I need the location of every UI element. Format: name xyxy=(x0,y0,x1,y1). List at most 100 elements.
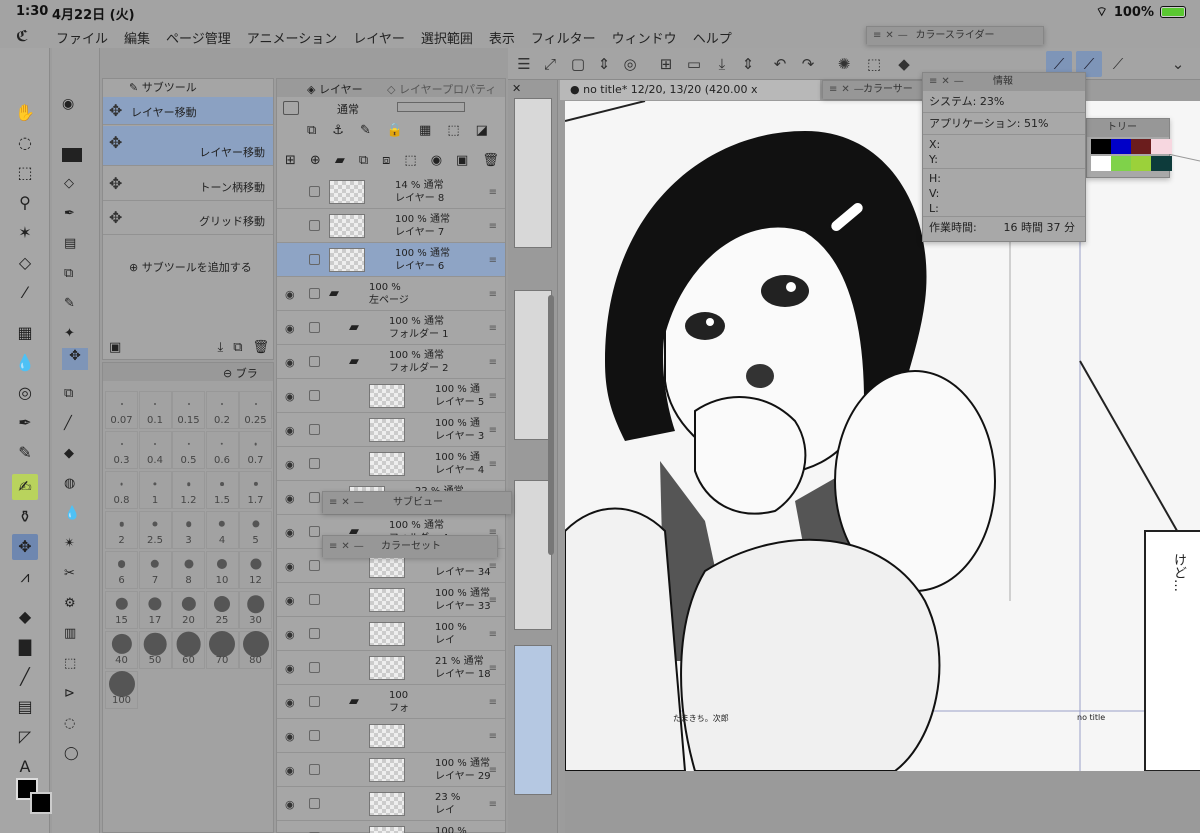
menu-item[interactable]: ファイル xyxy=(56,28,108,47)
layer-row[interactable]: ◉ 100 % 通レイヤー 3 ≡ xyxy=(277,413,505,447)
new-icon[interactable]: ⊞ xyxy=(656,54,676,74)
save-icon[interactable]: ⤓ xyxy=(712,54,732,74)
copy-layer-icon[interactable]: ⧉ xyxy=(359,153,368,168)
layer-checkbox[interactable] xyxy=(309,424,320,435)
menu-item[interactable]: フィルター xyxy=(531,28,596,47)
subtool-item[interactable]: ✥ レイヤー移動 xyxy=(103,97,273,125)
visibility-eye-icon[interactable] xyxy=(285,220,299,232)
drops-group-icon[interactable]: 💧 xyxy=(64,506,80,521)
brush-size-cell[interactable]: 10 xyxy=(205,551,239,589)
menu-item[interactable]: ヘルプ xyxy=(693,28,732,47)
pencil-group-icon[interactable]: ✎ xyxy=(64,296,75,311)
brush-size-cell[interactable]: 1.7 xyxy=(239,471,272,509)
menu-item[interactable]: ページ管理 xyxy=(166,28,231,47)
color-swatch[interactable] xyxy=(1091,156,1112,171)
drag-handle-icon[interactable]: ≡ xyxy=(489,561,497,572)
menu-item[interactable]: 表示 xyxy=(489,28,515,47)
brush-size-cell[interactable]: 5 xyxy=(239,511,272,549)
pencil-tool-icon[interactable]: ✎ xyxy=(12,440,38,466)
balloon-icon[interactable]: ◯ xyxy=(64,746,79,761)
layer-row[interactable]: ◉ 100 % 通レイヤー 5 ≡ xyxy=(277,379,505,413)
layer-checkbox[interactable] xyxy=(309,390,320,401)
open-icon[interactable]: ▭ xyxy=(684,54,704,74)
undo-icon[interactable]: ↶ xyxy=(770,54,790,74)
brush-size-cell[interactable]: 4 xyxy=(205,511,239,549)
subtool-item[interactable]: ✥ レイヤー移動 xyxy=(103,126,273,166)
clipboard-icon[interactable]: ▥ xyxy=(64,626,76,641)
color-circle-palette[interactable]: ≡✕— カラーサー xyxy=(822,80,932,99)
drag-handle-icon[interactable]: ≡ xyxy=(489,731,497,742)
page-thumbnail[interactable] xyxy=(514,290,552,440)
layer-checkbox[interactable] xyxy=(309,798,320,809)
new-folder-icon[interactable]: ▰ xyxy=(335,153,345,168)
drag-handle-icon[interactable]: ≡ xyxy=(489,391,497,402)
sub-color-swatch[interactable] xyxy=(30,792,52,814)
panel-group-icon[interactable]: ▤ xyxy=(64,236,76,251)
color-swatch[interactable] xyxy=(1111,156,1132,171)
save-stepper-icon[interactable]: ⇕ xyxy=(738,54,758,74)
layer-row[interactable]: ◉ 100 % 通常 レイヤー 29 ≡ xyxy=(277,753,505,787)
drag-handle-icon[interactable]: ≡ xyxy=(489,459,497,470)
drag-handle-icon[interactable]: ≡ xyxy=(489,799,497,810)
subview-palette[interactable]: ≡✕— サブビュー xyxy=(322,491,512,514)
app-icon[interactable]: ◎ xyxy=(620,54,640,74)
brush-size-cell[interactable]: 0.15 xyxy=(172,391,205,429)
visibility-eye-icon[interactable]: ◉ xyxy=(285,696,299,709)
brush-size-cell[interactable]: 2.5 xyxy=(138,511,172,549)
brush-size-cell[interactable]: 17 xyxy=(138,591,172,629)
drag-handle-icon[interactable]: ≡ xyxy=(489,357,497,368)
visibility-eye-icon[interactable]: ◉ xyxy=(285,322,299,335)
layer-folder-row[interactable]: ◉ ▰ 100 フォ ≡ xyxy=(277,685,505,719)
page-thumbnail[interactable] xyxy=(514,98,552,248)
layer-folder-row[interactable]: ◉ ▰ 100 % 通常 フォルダー 2 ≡ xyxy=(277,345,505,379)
eraser-group-icon[interactable]: ◇ xyxy=(64,176,74,191)
redo-icon[interactable]: ↷ xyxy=(798,54,818,74)
text-tool-icon[interactable]: A xyxy=(12,754,38,780)
layer-group-icon[interactable]: ⧉ xyxy=(64,386,73,401)
color-set-palette[interactable]: ≡✕— カラーセット xyxy=(322,535,498,558)
layer-checkbox[interactable] xyxy=(309,220,320,231)
layer-row[interactable]: ◉ 100 % 通常 レイヤー 33 ≡ xyxy=(277,583,505,617)
chevron-down-icon[interactable]: ⌄ xyxy=(1168,54,1188,74)
visibility-eye-icon[interactable]: ◉ xyxy=(285,356,299,369)
clip-icon[interactable]: ⧉ xyxy=(307,123,316,138)
select-icon[interactable]: ⬚ xyxy=(864,54,884,74)
color-swatch[interactable] xyxy=(1091,139,1112,154)
flip-icon[interactable]: ⊳ xyxy=(64,686,75,701)
brush-size-cell[interactable]: 80 xyxy=(239,631,272,669)
brush-size-cell[interactable]: 1.2 xyxy=(172,471,205,509)
fill-tool-icon[interactable]: ◆ xyxy=(12,604,38,630)
drag-handle-icon[interactable]: ≡ xyxy=(489,629,497,640)
brush-size-cell[interactable]: 25 xyxy=(205,591,239,629)
layer-checkbox[interactable] xyxy=(309,662,320,673)
zoom-tool-icon[interactable]: ⚲ xyxy=(12,190,38,216)
menu-item[interactable]: 選択範囲 xyxy=(421,28,473,47)
visibility-eye-icon[interactable]: ◉ xyxy=(285,628,299,641)
layer-checkbox[interactable] xyxy=(309,288,320,299)
blend-group-icon[interactable]: ◍ xyxy=(64,476,75,491)
drag-handle-icon[interactable]: ≡ xyxy=(489,221,497,232)
eyedropper-icon[interactable]: ⁄ xyxy=(12,280,38,306)
brush-size-cell[interactable]: 12 xyxy=(239,551,272,589)
frame-tool-icon[interactable]: ▤ xyxy=(12,694,38,720)
gradient-tool-icon[interactable]: ▇ xyxy=(12,634,38,660)
lasso-group-icon[interactable]: ◌ xyxy=(64,716,75,731)
layer-tab[interactable]: ◈ レイヤー xyxy=(307,81,363,97)
app-logo-icon[interactable]: ℭ xyxy=(16,27,36,45)
layer-checkbox[interactable] xyxy=(309,186,320,197)
layer-checkbox[interactable] xyxy=(309,458,320,469)
eraser-tool-icon[interactable]: ◇ xyxy=(12,250,38,276)
fill-group-icon[interactable]: ◆ xyxy=(64,446,74,461)
brush-size-cell[interactable]: 7 xyxy=(138,551,172,589)
palette-controls-icon[interactable]: ≡✕— xyxy=(329,492,368,514)
new-raster-layer-icon[interactable]: ⊞ xyxy=(285,153,296,168)
drag-handle-icon[interactable]: ≡ xyxy=(489,289,497,300)
magic-wand-icon[interactable]: ✶ xyxy=(12,220,38,246)
palette-controls-icon[interactable]: ≡✕— xyxy=(829,81,868,99)
color-slider-palette[interactable]: ≡✕— カラースライダー xyxy=(866,26,1044,45)
frame-icon[interactable]: ▢ xyxy=(568,54,588,74)
brush-size-cell[interactable]: 0.6 xyxy=(205,431,239,469)
star-group-icon[interactable]: ✴ xyxy=(64,536,75,551)
brush-size-cell[interactable]: 0.7 xyxy=(239,431,272,469)
layer-checkbox[interactable] xyxy=(309,730,320,741)
